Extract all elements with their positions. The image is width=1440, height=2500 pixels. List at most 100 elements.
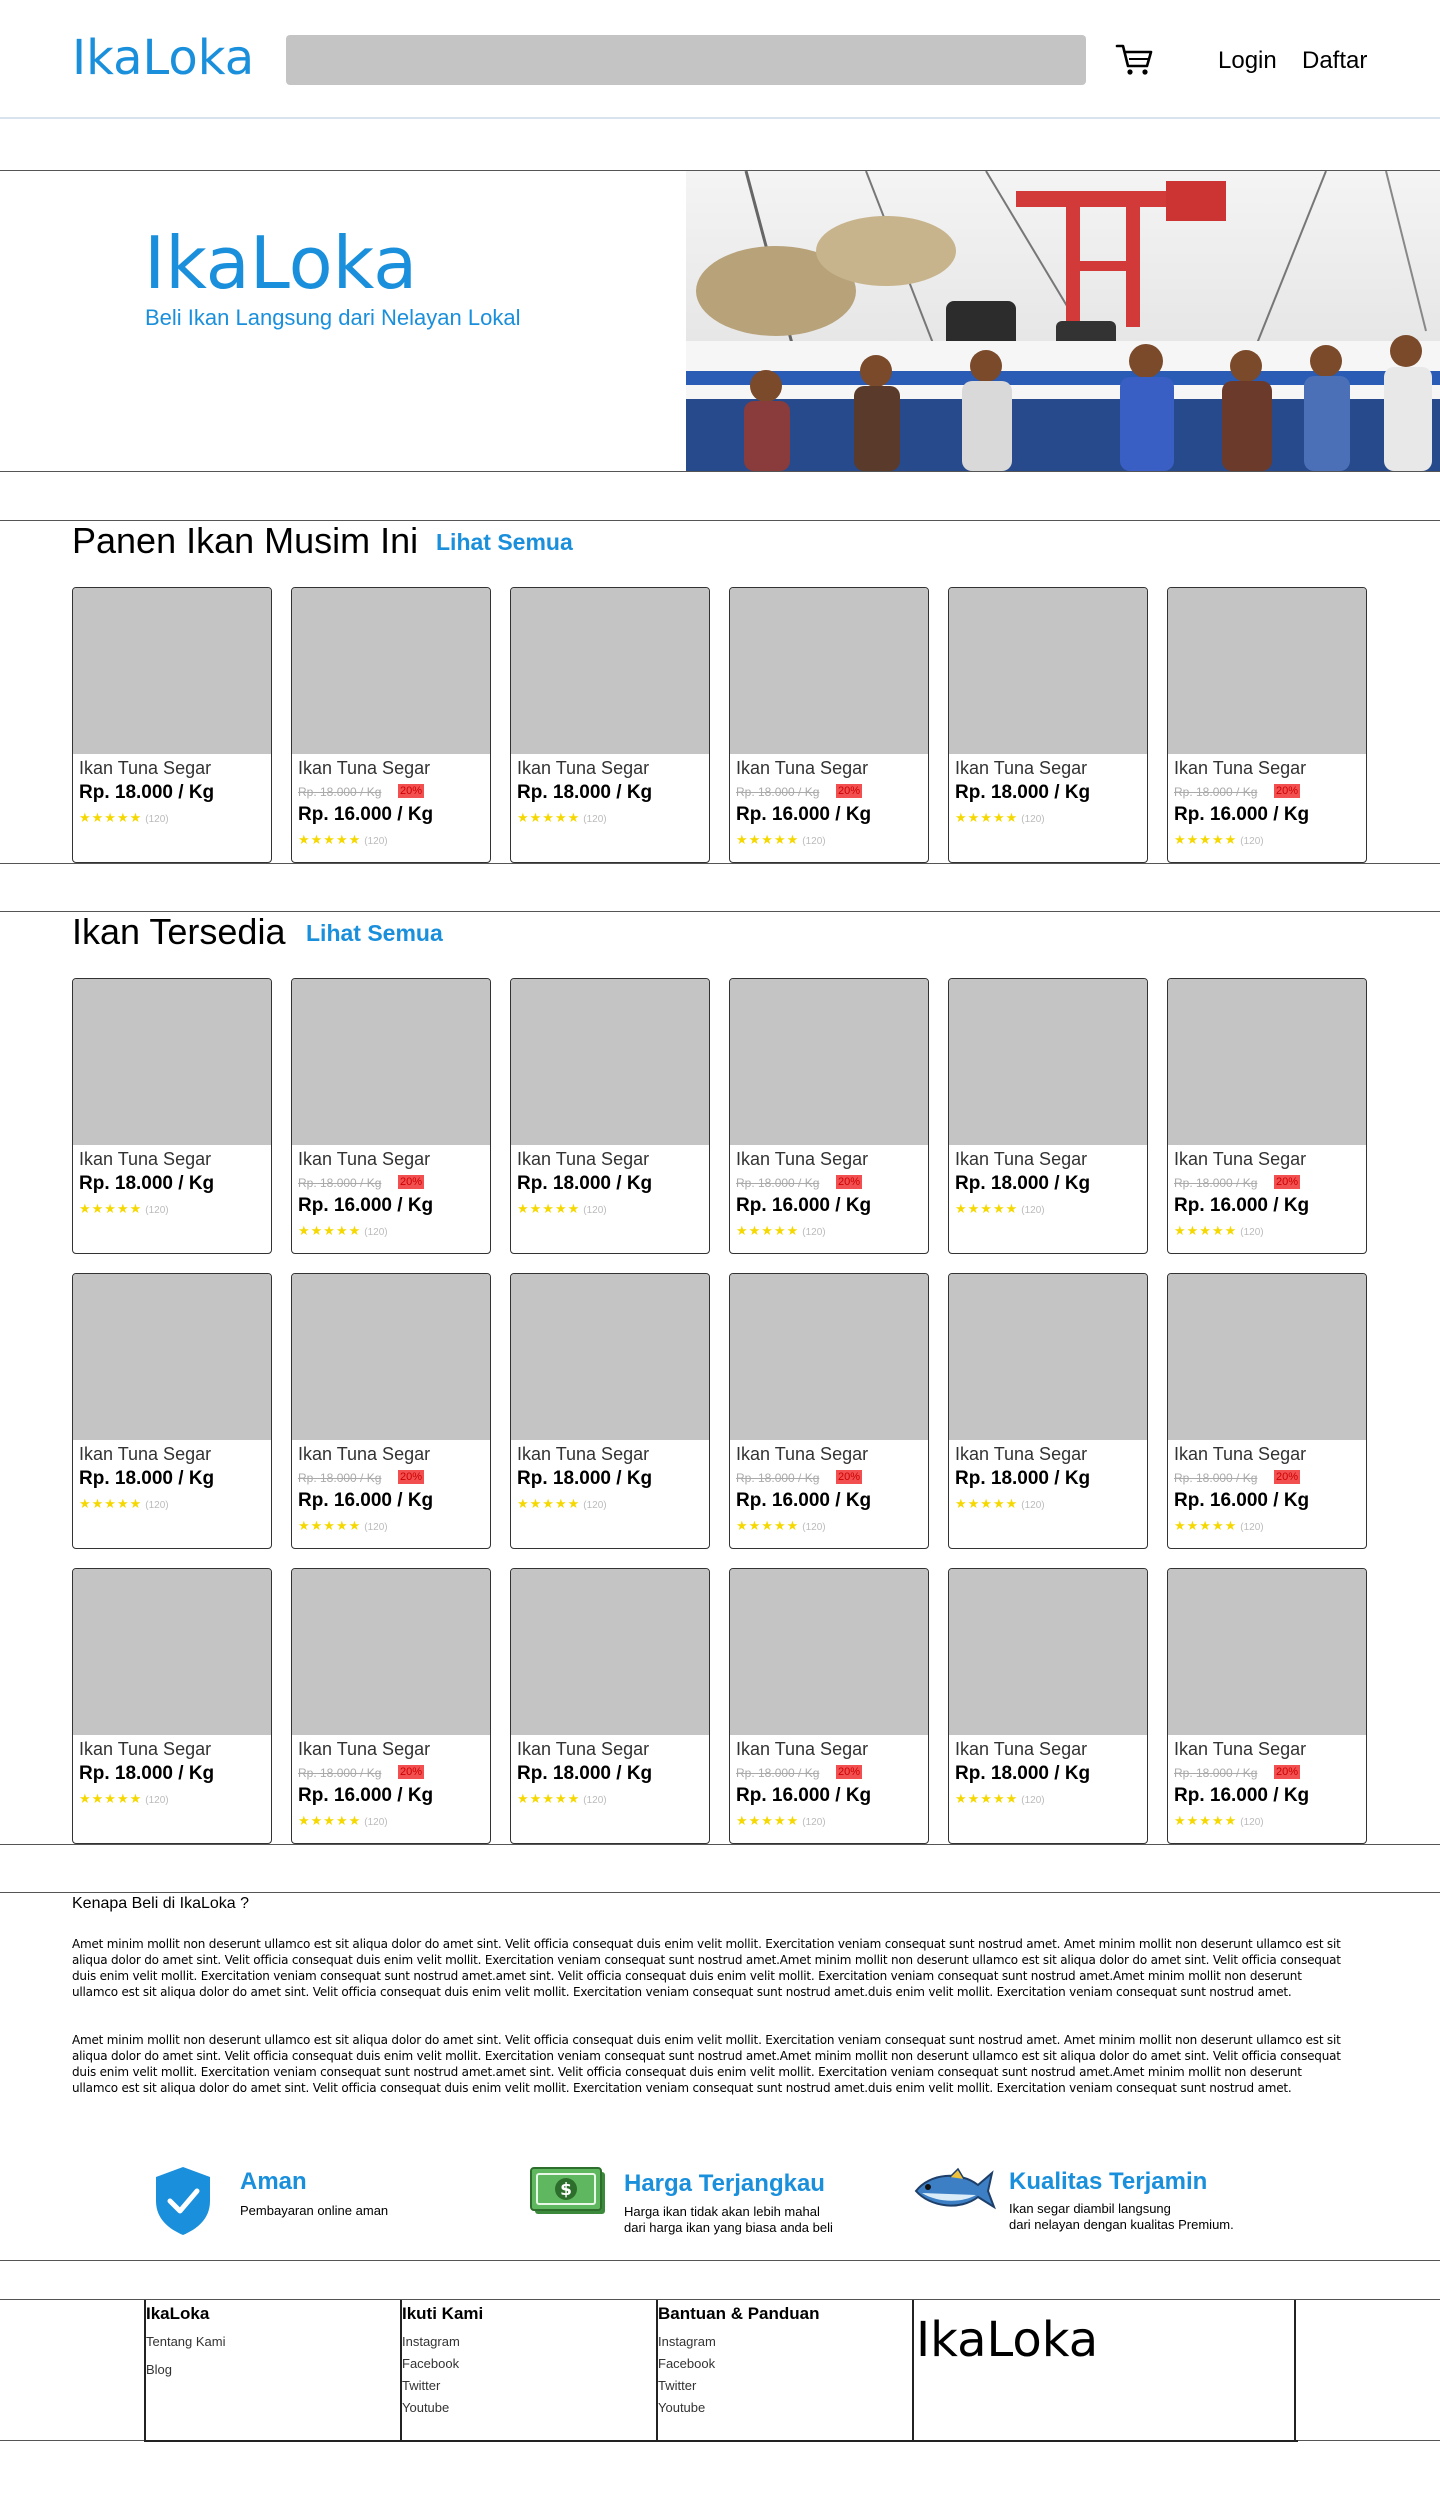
shield-check-icon: [156, 2167, 210, 2235]
product-card[interactable]: Ikan Tuna Segar Rp. 18.000 / Kg 20% Rp. 16.…: [1167, 587, 1367, 863]
rating-stars: ★★★★★ (120): [298, 832, 388, 848]
register-link[interactable]: Daftar: [1302, 47, 1367, 75]
discount-badge: 20%: [398, 784, 425, 798]
product-card[interactable]: Ikan Tuna Segar Rp. 18.000 / Kg 20% Rp. 16.…: [291, 1273, 491, 1549]
product-card[interactable]: Ikan Tuna Segar Rp. 18.000 / Kg ★★★★★ (120): [510, 587, 710, 863]
product-price: Rp. 16.000 / Kg: [736, 1785, 872, 1806]
product-name: Ikan Tuna Segar: [298, 1444, 431, 1464]
footer-link-about[interactable]: Tentang Kami: [146, 2334, 226, 2349]
product-card[interactable]: Ikan Tuna Segar Rp. 18.000 / Kg 20% Rp. 16.…: [1167, 1568, 1367, 1844]
see-all-harvest-link[interactable]: Lihat Semua: [436, 529, 573, 556]
product-card[interactable]: Ikan Tuna Segar Rp. 18.000 / Kg ★★★★★ (120): [72, 1273, 272, 1549]
rating-count: (120): [583, 1795, 607, 1806]
product-price: Rp. 18.000 / Kg: [79, 1173, 215, 1194]
hero-banner: IkaLoka Beli Ikan Langsung dari Nelayan …: [0, 170, 1440, 472]
footer-link-twitter[interactable]: Twitter: [658, 2378, 696, 2393]
product-card[interactable]: Ikan Tuna Segar Rp. 18.000 / Kg 20% Rp. 16.…: [1167, 978, 1367, 1254]
footer-logo[interactable]: IkaLoka: [916, 2312, 1098, 2368]
product-image: [1168, 979, 1366, 1145]
rating-count: (120): [802, 1522, 826, 1533]
product-price: Rp. 16.000 / Kg: [736, 804, 872, 825]
footer-link-facebook[interactable]: Facebook: [402, 2356, 459, 2371]
star-icons: ★★★★★: [79, 1791, 143, 1806]
product-old-price: Rp. 18.000 / Kg: [298, 1471, 382, 1485]
product-card[interactable]: Ikan Tuna Segar Rp. 18.000 / Kg ★★★★★ (120): [948, 587, 1148, 863]
star-icons: ★★★★★: [79, 1496, 143, 1511]
search-input[interactable]: [286, 35, 1086, 85]
rating-count: (120): [145, 1500, 169, 1511]
see-all-available-link[interactable]: Lihat Semua: [306, 920, 443, 947]
rating-stars: ★★★★★ (120): [736, 832, 826, 848]
product-name: Ikan Tuna Segar: [79, 1444, 212, 1464]
product-card[interactable]: Ikan Tuna Segar Rp. 18.000 / Kg 20% Rp. 16.…: [729, 1568, 929, 1844]
why-paragraph-2: Amet minim mollit non deserunt ullamco e…: [72, 2033, 1341, 2095]
product-image: [511, 1569, 709, 1735]
product-card[interactable]: Ikan Tuna Segar Rp. 18.000 / Kg ★★★★★ (120): [72, 978, 272, 1254]
rating-stars: ★★★★★ (120): [79, 1201, 169, 1217]
feature-desc-secure: Pembayaran online aman: [240, 2203, 389, 2218]
star-icons: ★★★★★: [1174, 1518, 1238, 1533]
product-image: [292, 979, 490, 1145]
product-name: Ikan Tuna Segar: [736, 1444, 869, 1464]
product-card[interactable]: Ikan Tuna Segar Rp. 18.000 / Kg ★★★★★ (120): [948, 978, 1148, 1254]
product-price: Rp. 16.000 / Kg: [1174, 1195, 1310, 1216]
product-card[interactable]: Ikan Tuna Segar Rp. 18.000 / Kg ★★★★★ (120): [948, 1273, 1148, 1549]
discount-badge: 20%: [398, 1175, 425, 1189]
star-icons: ★★★★★: [955, 810, 1019, 825]
product-card[interactable]: Ikan Tuna Segar Rp. 18.000 / Kg ★★★★★ (120): [72, 587, 272, 863]
product-card[interactable]: Ikan Tuna Segar Rp. 18.000 / Kg ★★★★★ (120): [72, 1568, 272, 1844]
product-card[interactable]: Ikan Tuna Segar Rp. 18.000 / Kg 20% Rp. 16.…: [291, 1568, 491, 1844]
product-card[interactable]: Ikan Tuna Segar Rp. 18.000 / Kg 20% Rp. 16.…: [291, 587, 491, 863]
footer-link-youtube[interactable]: Youtube: [658, 2400, 705, 2415]
discount-badge: 20%: [398, 1765, 425, 1779]
footer-bottom-border: [144, 2440, 1298, 2442]
star-icons: ★★★★★: [736, 1518, 800, 1533]
product-old-price: Rp. 18.000 / Kg: [1174, 1766, 1258, 1780]
cart-icon[interactable]: [1115, 42, 1155, 78]
product-image: [730, 1569, 928, 1735]
product-card[interactable]: Ikan Tuna Segar Rp. 18.000 / Kg ★★★★★ (120): [510, 1568, 710, 1844]
login-link[interactable]: Login: [1218, 47, 1277, 75]
rating-count: (120): [802, 1227, 826, 1238]
product-card[interactable]: Ikan Tuna Segar Rp. 18.000 / Kg 20% Rp. 16.…: [1167, 1273, 1367, 1549]
product-price: Rp. 18.000 / Kg: [955, 1468, 1091, 1489]
footer-link-instagram[interactable]: Instagram: [402, 2334, 460, 2349]
product-image: [1168, 588, 1366, 754]
product-price: Rp. 16.000 / Kg: [1174, 1490, 1310, 1511]
footer-link-youtube[interactable]: Youtube: [402, 2400, 449, 2415]
product-price: Rp. 16.000 / Kg: [1174, 1785, 1310, 1806]
product-name: Ikan Tuna Segar: [736, 1149, 869, 1169]
product-card[interactable]: Ikan Tuna Segar Rp. 18.000 / Kg 20% Rp. 16.…: [729, 978, 929, 1254]
product-old-price: Rp. 18.000 / Kg: [298, 1176, 382, 1190]
star-icons: ★★★★★: [1174, 1223, 1238, 1238]
product-card[interactable]: Ikan Tuna Segar Rp. 18.000 / Kg 20% Rp. 16.…: [291, 978, 491, 1254]
star-icons: ★★★★★: [298, 1223, 362, 1238]
product-old-price: Rp. 18.000 / Kg: [736, 1766, 820, 1780]
footer-col-help: Bantuan & Panduan Instagram Facebook Twi…: [656, 2300, 912, 2441]
discount-badge: 20%: [836, 1175, 863, 1189]
section-divider: [0, 1892, 1440, 1893]
rating-stars: ★★★★★ (120): [517, 810, 607, 826]
product-old-price: Rp. 18.000 / Kg: [1174, 1471, 1258, 1485]
product-image: [1168, 1274, 1366, 1440]
footer-link-blog[interactable]: Blog: [146, 2362, 172, 2377]
product-image: [73, 979, 271, 1145]
rating-count: (120): [1021, 814, 1045, 825]
footer-link-facebook[interactable]: Facebook: [658, 2356, 715, 2371]
site-logo[interactable]: IkaLoka: [72, 30, 254, 86]
footer-link-twitter[interactable]: Twitter: [402, 2378, 440, 2393]
section-divider: [0, 1844, 1440, 1845]
product-card[interactable]: Ikan Tuna Segar Rp. 18.000 / Kg ★★★★★ (120): [510, 978, 710, 1254]
footer-link-instagram[interactable]: Instagram: [658, 2334, 716, 2349]
product-old-price: Rp. 18.000 / Kg: [736, 1176, 820, 1190]
star-icons: ★★★★★: [1174, 1813, 1238, 1828]
product-card[interactable]: Ikan Tuna Segar Rp. 18.000 / Kg ★★★★★ (120): [948, 1568, 1148, 1844]
fish-icon: [914, 2167, 996, 2210]
rating-stars: ★★★★★ (120): [1174, 1223, 1264, 1239]
product-name: Ikan Tuna Segar: [1174, 1444, 1307, 1464]
product-card[interactable]: Ikan Tuna Segar Rp. 18.000 / Kg 20% Rp. 16.…: [729, 1273, 929, 1549]
feature-title-quality: Kualitas Terjamin: [1009, 2168, 1208, 2195]
product-card[interactable]: Ikan Tuna Segar Rp. 18.000 / Kg 20% Rp. 16.…: [729, 587, 929, 863]
product-card[interactable]: Ikan Tuna Segar Rp. 18.000 / Kg ★★★★★ (120): [510, 1273, 710, 1549]
product-image: [949, 1569, 1147, 1735]
